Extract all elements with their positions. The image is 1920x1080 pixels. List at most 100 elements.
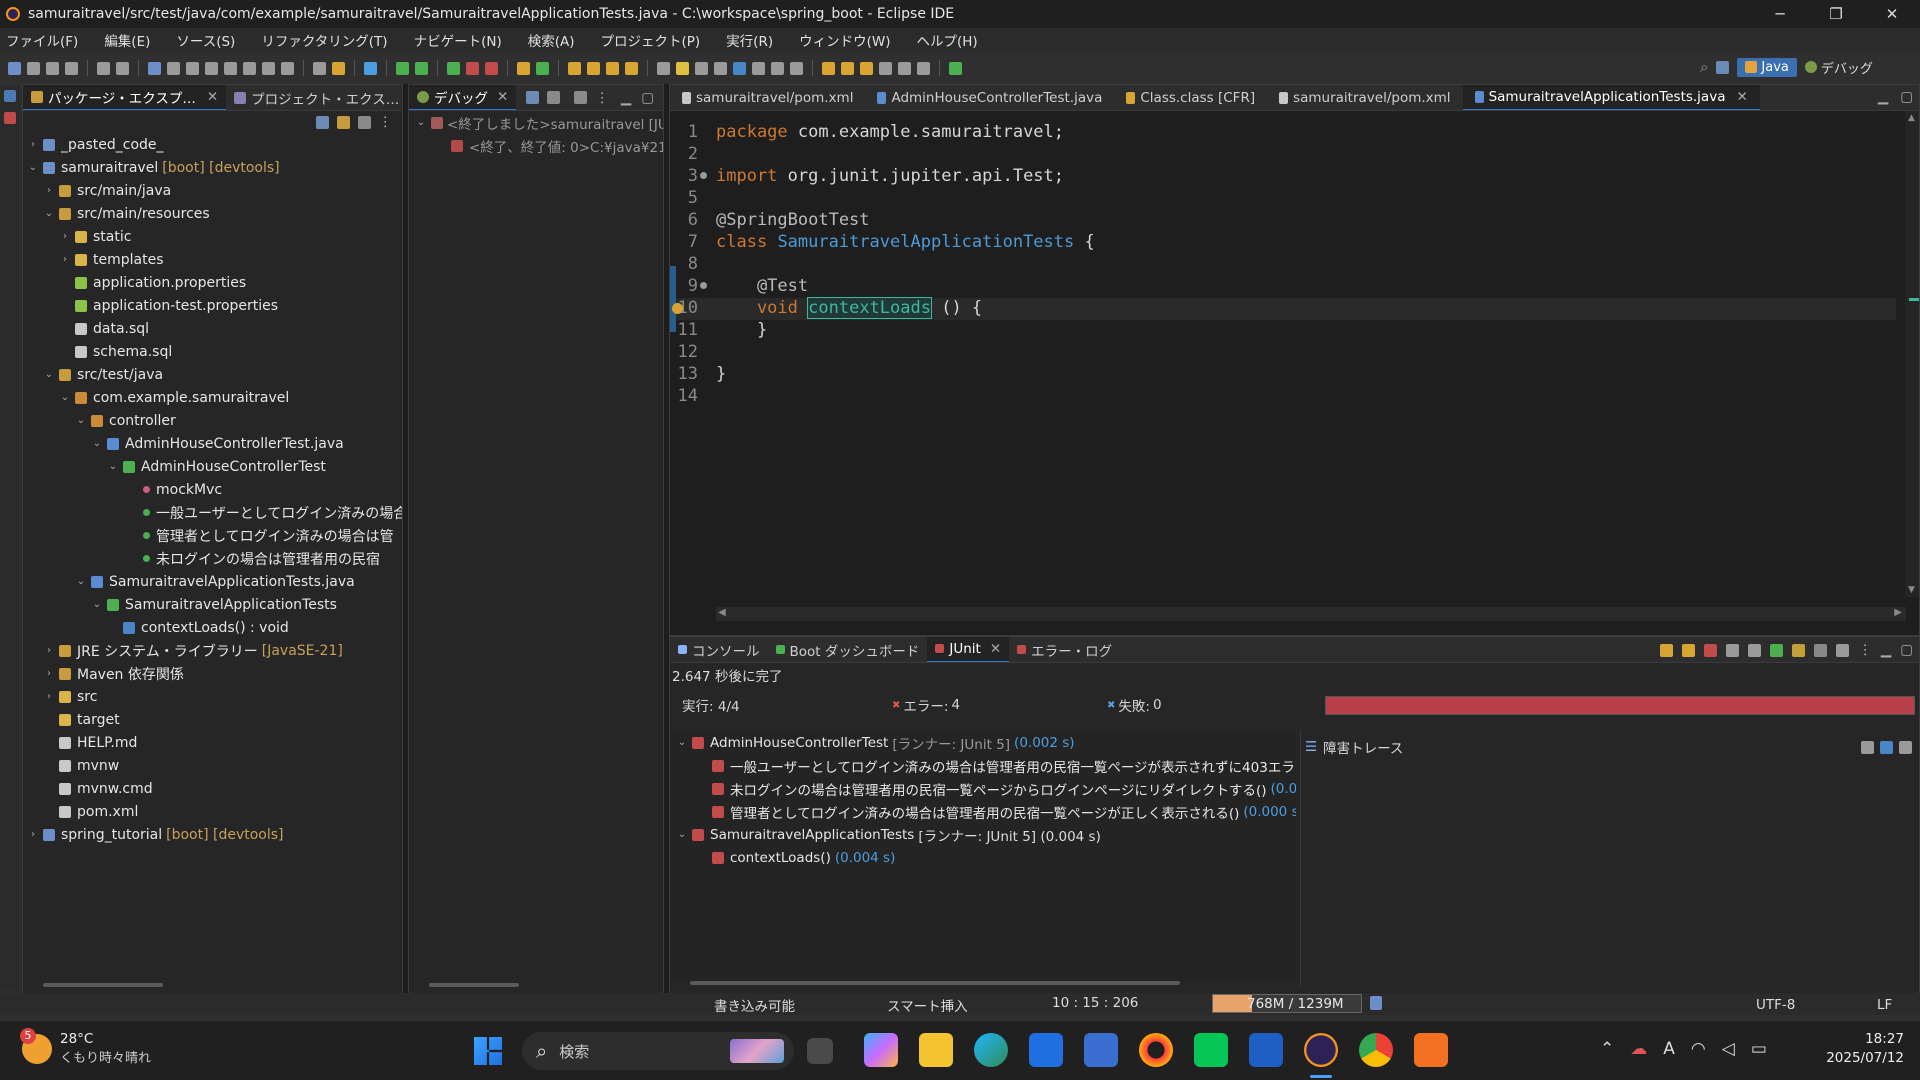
tab-package-explorer[interactable]: パッケージ・エクスプ… ✕ (23, 85, 227, 110)
edge-icon[interactable] (974, 1033, 1008, 1067)
editor-tab[interactable]: samuraitravel/pom.xml (1267, 85, 1462, 110)
toolbar-button-icon[interactable] (733, 61, 746, 75)
tree-item[interactable]: mockMvc (25, 478, 402, 501)
code-line[interactable]: 13} (676, 364, 1896, 386)
toolbar-button-icon[interactable] (332, 61, 345, 75)
chevron-down-icon[interactable]: ⌄ (59, 392, 71, 403)
toolbar-button-icon[interactable] (695, 61, 708, 75)
previous-failure-icon[interactable] (1682, 643, 1696, 657)
code-area[interactable]: 1 package com.example.samuraitravel; 2 3 imp… (672, 111, 1896, 591)
chevron-down-icon[interactable]: ⌄ (107, 461, 119, 472)
junit-result-row[interactable]: 未ログインの場合は管理者用の民宿一覧ページからログインページにリダイレクトする(… (672, 777, 1296, 800)
toolbar-button-icon[interactable] (396, 61, 409, 75)
minimize-view-icon[interactable]: ▁ (1878, 89, 1888, 105)
debug-view-icon[interactable] (4, 112, 16, 124)
chevron-right-icon[interactable]: › (43, 668, 55, 679)
chevron-down-icon[interactable]: ⌄ (43, 369, 55, 380)
rerun-icon[interactable] (1770, 643, 1784, 657)
debug-launch-item[interactable]: ⌄ <終了しました>samuraitravel [JUn (409, 111, 663, 134)
collapse-icon[interactable] (526, 91, 540, 104)
toolbar-button-icon[interactable] (625, 61, 638, 75)
toolbar-button-icon[interactable] (587, 61, 600, 75)
open-perspective-icon[interactable] (1716, 60, 1730, 74)
view-menu-icon[interactable]: ⋮ (595, 90, 609, 106)
compare-icon[interactable] (1861, 740, 1874, 754)
junit-result-row[interactable]: ⌄ SamuraitravelApplicationTests [ランナー: JUn… (672, 823, 1296, 846)
garbage-collect-icon[interactable] (1370, 996, 1382, 1010)
toolbar-button-icon[interactable] (860, 61, 873, 75)
tree-item[interactable]: ⌄ AdminHouseControllerTest.java (25, 432, 402, 455)
tree-item[interactable]: 管理者としてログイン済みの場合は管 (25, 524, 402, 547)
eclipse-app-icon[interactable] (1304, 1033, 1338, 1067)
code-line[interactable]: 8 (676, 254, 1896, 276)
toolbar-button-icon[interactable] (243, 61, 256, 75)
chevron-down-icon[interactable]: ⌄ (676, 737, 688, 748)
chevron-right-icon[interactable]: › (59, 254, 71, 265)
link-with-editor-icon[interactable] (336, 115, 350, 129)
horizontal-scrollbar[interactable] (429, 983, 519, 987)
restore-button[interactable]: ❐ (1808, 5, 1864, 23)
toolbar-button-icon[interactable] (917, 61, 930, 75)
code-line[interactable]: 10 void contextLoads () { (672, 297, 1896, 320)
tree-item[interactable]: 未ログインの場合は管理者用の民宿 (25, 547, 402, 570)
tree-item[interactable]: ⌄ controller (25, 409, 402, 432)
chevron-down-icon[interactable]: ⌄ (91, 599, 103, 610)
toolbar-button-icon[interactable] (415, 61, 428, 75)
toolbar-button-icon[interactable] (606, 61, 619, 75)
restore-view-icon[interactable] (4, 90, 16, 102)
toolbar-button-icon[interactable] (676, 61, 689, 75)
filter-icon[interactable] (574, 91, 588, 104)
tree-item[interactable]: data.sql (25, 317, 402, 340)
breakpoint-marker-icon[interactable] (672, 303, 683, 314)
vertical-scrollbar[interactable]: ▲ ▼ (1905, 111, 1919, 597)
heap-status[interactable]: 768M / 1239M (1212, 994, 1362, 1013)
editor-tab[interactable]: Class.class [CFR] (1114, 85, 1267, 110)
bottom-tab[interactable]: コンソール (670, 637, 768, 662)
tree-item[interactable]: › static (25, 225, 402, 248)
filter-trace-icon[interactable] (1880, 740, 1893, 754)
toolbar-button-icon[interactable] (313, 61, 326, 75)
tab-project-explorer[interactable]: プロジェクト・エクス… (226, 85, 402, 110)
chevron-down-icon[interactable]: ⌄ (43, 208, 55, 219)
wifi-icon[interactable]: ◠ (1691, 1039, 1706, 1059)
tree-item[interactable]: contextLoads() : void (25, 616, 402, 639)
tree-item[interactable]: mvnw (25, 754, 402, 777)
stop-icon[interactable] (1814, 643, 1828, 657)
close-icon[interactable]: ✕ (207, 89, 218, 105)
minimize-view-icon[interactable]: ▁ (1881, 642, 1891, 658)
chevron-right-icon[interactable]: › (43, 645, 55, 656)
toolbar-button-icon[interactable] (822, 61, 835, 75)
toolbar-button-icon[interactable] (485, 61, 498, 75)
chevron-down-icon[interactable]: ⌄ (75, 415, 87, 426)
toolbar-button-icon[interactable] (752, 61, 765, 75)
chevron-right-icon[interactable]: › (27, 829, 39, 840)
toolbar-button-icon[interactable] (568, 61, 581, 75)
perspective-java[interactable]: Java (1737, 57, 1797, 77)
toolbar-button-icon[interactable] (949, 61, 962, 75)
toolbar-button-icon[interactable] (466, 61, 479, 75)
tree-item[interactable]: › Maven 依存関係 (25, 662, 402, 685)
clock[interactable]: 18:27 2025/07/12 (1818, 1031, 1904, 1066)
junit-result-row[interactable]: contextLoads() (0.004 s) (672, 846, 1296, 869)
copy-trace-icon[interactable] (1899, 740, 1912, 754)
collapse-all-icon[interactable] (315, 115, 329, 129)
debug-process-item[interactable]: <終了、終了値: 0>C:¥java¥21 (409, 134, 663, 157)
tree-item[interactable]: schema.sql (25, 340, 402, 363)
perspective-debug[interactable]: デバッグ (1804, 58, 1873, 77)
word-icon[interactable] (1249, 1033, 1283, 1067)
code-line[interactable]: 14 (676, 386, 1896, 408)
editor-tab[interactable]: samuraitravel/pom.xml (670, 85, 865, 110)
maximize-view-icon[interactable]: ▢ (1900, 89, 1913, 105)
chevron-down-icon[interactable]: ⌄ (27, 162, 39, 173)
close-icon[interactable]: ✕ (990, 641, 1001, 657)
toolbar-button-icon[interactable] (790, 61, 803, 75)
view-menu-icon[interactable]: ⋮ (379, 114, 393, 130)
toolbar-button-icon[interactable] (46, 61, 59, 75)
close-icon[interactable]: ✕ (497, 89, 508, 105)
toolbar-button-icon[interactable] (186, 61, 199, 75)
toolbar-button-icon[interactable] (281, 61, 294, 75)
toolbar-button-icon[interactable] (714, 61, 727, 75)
junit-result-row[interactable]: ⌄ AdminHouseControllerTest [ランナー: JUnit 5]… (672, 731, 1296, 754)
toolbar-button-icon[interactable] (517, 61, 530, 75)
menu-item-7[interactable]: 実行(R) (726, 30, 773, 50)
